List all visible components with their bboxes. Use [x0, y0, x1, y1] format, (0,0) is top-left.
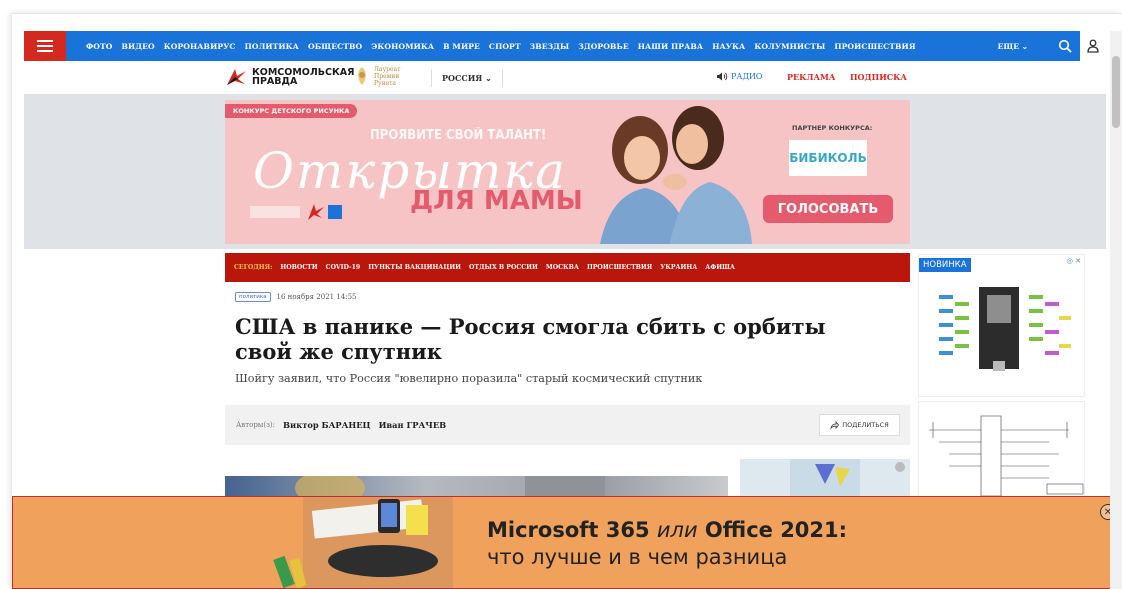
nav-link-stars[interactable]: ЗВЕЗДЫ — [530, 42, 570, 51]
main-nav: ФОТО ВИДЕО КОРОНАВИРУС ПОЛИТИКА ОБЩЕСТВО… — [24, 31, 1106, 61]
today-link-moscow[interactable]: МОСКВА — [546, 264, 579, 271]
new-badge: НОВИНКА — [919, 258, 971, 272]
nav-link-politics[interactable]: ПОЛИТИКА — [245, 42, 299, 51]
share-icon — [830, 421, 840, 429]
ad-title-part: Microsoft 365 — [487, 518, 657, 542]
nav-link-economy[interactable]: ЭКОНОМИКА — [371, 42, 434, 51]
banner-small-logos — [250, 204, 342, 220]
today-link-incidents[interactable]: ПРОИСШЕСТВИЯ — [587, 264, 652, 271]
ad-title-or: или — [656, 518, 698, 542]
sub-header: КОМСОМОЛЬСКАЯ ПРАВДА Лауреат Премии Руне… — [24, 61, 1106, 94]
speaker-icon — [717, 72, 728, 81]
subscribe-link[interactable]: ПОДПИСКА — [850, 72, 907, 82]
schematic-image — [929, 415, 1084, 497]
radio-link[interactable]: РАДИО — [717, 72, 762, 81]
promo-image — [790, 459, 905, 499]
ad-title-part: Office 2021: — [697, 518, 848, 542]
today-link-vaccination[interactable]: ПУНКТЫ ВАКЦИНАЦИИ — [368, 264, 461, 271]
nav-links: ФОТО ВИДЕО КОРОНАВИРУС ПОЛИТИКА ОБЩЕСТВО… — [86, 42, 916, 51]
ad-choices-icon[interactable]: ◎ ✕ — [1067, 257, 1081, 265]
today-link-afisha[interactable]: АФИША — [705, 264, 735, 271]
author-link[interactable]: Виктор БАРАНЕЦ — [283, 420, 371, 430]
vote-button[interactable]: ГОЛОСОВАТЬ — [763, 195, 893, 223]
search-icon[interactable] — [1050, 31, 1080, 61]
nav-link-columnists[interactable]: КОЛУМНИСТЫ — [754, 42, 825, 51]
today-link-ukraine[interactable]: УКРАИНА — [660, 264, 697, 271]
nav-link-science[interactable]: НАУКА — [712, 42, 745, 51]
award-icon — [358, 67, 366, 85]
nav-right: ЕЩЕ ⌄ — [998, 31, 1106, 61]
today-label: СЕГОДНЯ: — [234, 264, 273, 271]
menu-icon[interactable] — [24, 31, 66, 61]
author-link[interactable]: Иван ГРАЧЕВ — [379, 420, 447, 430]
site-logo[interactable]: КОМСОМОЛЬСКАЯ ПРАВДА — [225, 67, 354, 87]
logo-text: КОМСОМОЛЬСКАЯ ПРАВДА — [252, 68, 354, 87]
banner-subtitle: ДЛЯ МАМЫ — [410, 186, 583, 216]
nav-link-rights[interactable]: НАШИ ПРАВА — [638, 42, 703, 51]
logo-star-icon — [227, 69, 246, 85]
share-button[interactable]: ПОДЕЛИТЬСЯ — [819, 414, 900, 436]
ad-subtitle: что лучше и в чем разница — [487, 545, 788, 569]
today-link-news[interactable]: НОВОСТИ — [280, 264, 317, 271]
user-icon[interactable] — [1080, 31, 1106, 61]
nav-link-video[interactable]: ВИДЕО — [122, 42, 155, 51]
share-label: ПОДЕЛИТЬСЯ — [842, 421, 889, 429]
circuit-board-image — [939, 287, 1071, 371]
banner-partner-label: ПАРТНЕР КОНКУРСА: — [792, 124, 873, 132]
today-link-covid[interactable]: COVID-19 — [326, 264, 361, 271]
article-lead: Шойгу заявил, что Россия "ювелирно пораз… — [235, 372, 703, 385]
banner-tag: КОНКУРС ДЕТСКОГО РИСУНКА — [225, 104, 358, 118]
banner-photo-mother-daughter — [600, 106, 752, 244]
promo-thumbnail[interactable] — [740, 459, 910, 499]
nav-link-society[interactable]: ОБЩЕСТВО — [308, 42, 362, 51]
nav-link-coronavirus[interactable]: КОРОНАВИРУС — [164, 42, 236, 51]
ad-title: Microsoft 365 или Office 2021: — [487, 518, 847, 543]
award-badge[interactable]: Лауреат Премии Рунета — [354, 65, 410, 87]
category-badge[interactable]: политика — [235, 292, 271, 302]
today-bar: СЕГОДНЯ: НОВОСТИ COVID-19 ПУНКТЫ ВАКЦИНА… — [225, 253, 910, 282]
region-select[interactable]: РОССИЯ ⌄ — [431, 69, 503, 87]
authors-label: Авторы(з): — [236, 421, 276, 429]
nav-link-health[interactable]: ЗДОРОВЬЕ — [578, 42, 628, 51]
today-link-travel[interactable]: ОТДЫХ В РОССИИ — [469, 264, 538, 271]
article-date: 16 ноября 2021 14:55 — [276, 293, 357, 301]
authors-bar: Авторы(з): Виктор БАРАНЕЦ Иван ГРАЧЕВ ПО… — [225, 405, 910, 445]
nav-link-world[interactable]: В МИРЕ — [443, 42, 480, 51]
banner-slogan: ПРОЯВИТЕ СВОЙ ТАЛАНТ! — [370, 128, 547, 143]
nav-link-incidents[interactable]: ПРОИСШЕСТВИЯ — [834, 42, 915, 51]
partner-logo: БИБИКОЛЬ — [789, 140, 867, 176]
sidebar-ad[interactable]: НОВИНКА ◎ ✕ — [918, 254, 1085, 397]
bottom-sticky-ad[interactable]: Microsoft 365 или Office 2021: что лучше… — [12, 496, 1122, 589]
article-meta: политика 16 ноября 2021 14:55 — [235, 292, 905, 302]
nav-more-button[interactable]: ЕЩЕ ⌄ — [998, 42, 1028, 51]
ad-photo-desk — [13, 497, 483, 588]
scrollbar[interactable] — [1110, 31, 1122, 589]
nav-link-photo[interactable]: ФОТО — [86, 42, 113, 51]
sidebar-ad-schematic[interactable] — [918, 401, 1085, 501]
article-header: политика 16 ноября 2021 14:55 США в пани… — [235, 292, 905, 385]
logo-line2: ПРАВДА — [252, 76, 298, 87]
contest-banner[interactable]: КОНКУРС ДЕТСКОГО РИСУНКА ПРОЯВИТЕ СВОЙ Т… — [225, 100, 910, 244]
nav-link-sport[interactable]: СПОРТ — [489, 42, 521, 51]
article-headline: США в панике — Россия смогла сбить с орб… — [235, 314, 826, 364]
radio-label: РАДИО — [731, 72, 763, 81]
award-text: Лауреат Премии Рунета — [374, 65, 401, 87]
ads-link[interactable]: РЕКЛАМА — [787, 72, 835, 82]
scrollbar-thumb[interactable] — [1112, 56, 1120, 128]
